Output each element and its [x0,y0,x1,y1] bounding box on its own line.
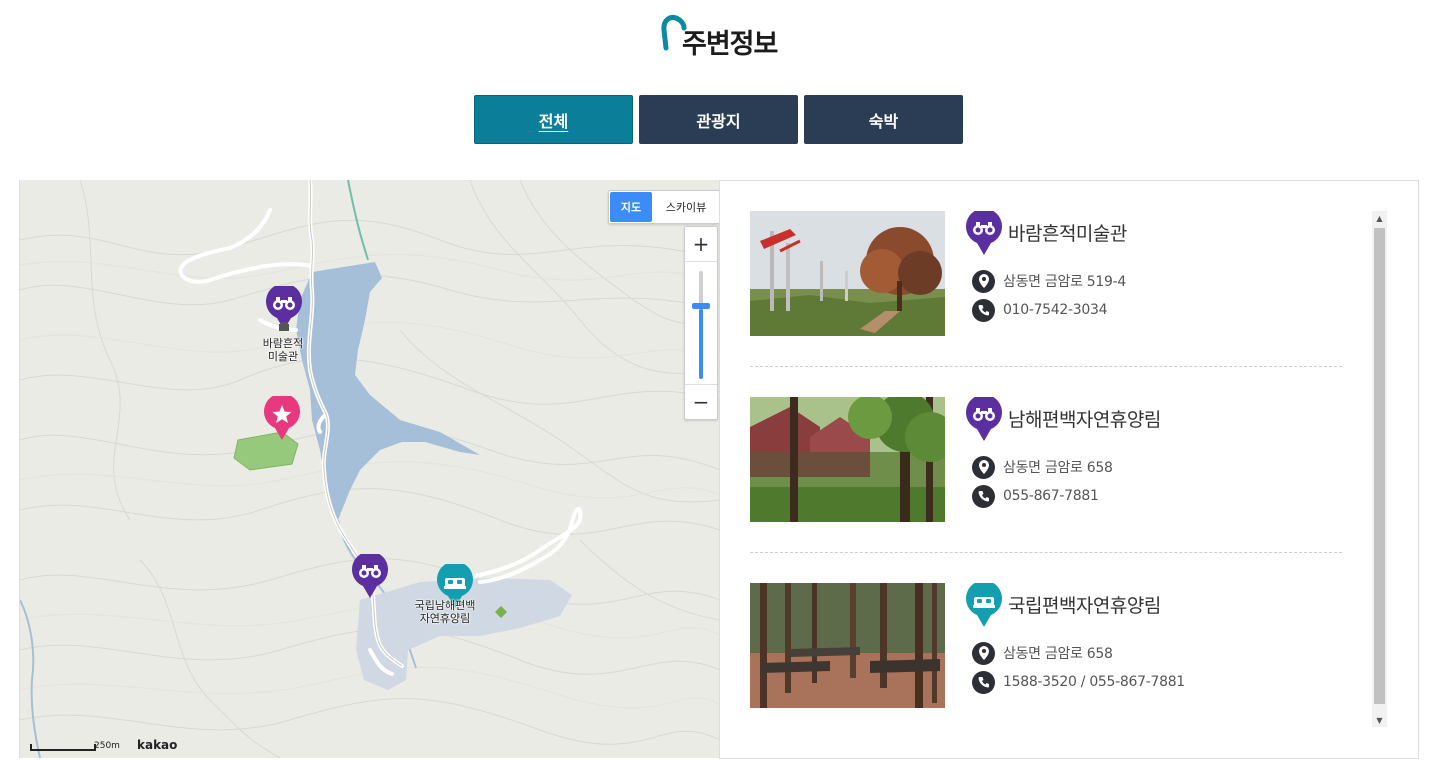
place-address-row: 삼동면 금암로 658 [972,455,1113,479]
scroll-up-arrow-icon[interactable]: ▲ [1372,211,1387,225]
tab-tour[interactable]: 관광지 [639,95,798,144]
place-address: 삼동면 금암로 658 [1003,460,1113,476]
map-type-skyview-button[interactable]: 스카이뷰 [653,191,719,223]
place-phone-row: 1588-3520 / 055-867-7881 [972,670,1185,694]
map-marker-current[interactable] [263,396,301,442]
map-label-forest: 국립남해편백 자연휴양림 [404,599,486,625]
map-label-gallery: 바람흔적 미술관 [256,337,310,363]
place-list: 바람흔적미술관 삼동면 금암로 519-4 010-7542-3034 남해편백… [719,180,1419,759]
gallery-poi-icon [279,322,289,331]
map-label-forest-line1: 국립남해편백 [414,599,476,612]
location-pin-icon [972,269,995,293]
place-photo [750,583,945,708]
map-label-gallery-line1: 바람흔적 [262,337,304,350]
place-address-row: 삼동면 금암로 658 [972,641,1113,665]
map-scale-label: 250m [94,741,120,751]
scroll-down-arrow-icon[interactable]: ▼ [1372,713,1387,727]
location-pin-icon [972,641,995,665]
place-address: 삼동면 금암로 658 [1003,646,1113,662]
tab-lodging[interactable]: 숙박 [804,95,963,144]
map-label-gallery-line2: 미술관 [267,350,299,363]
list-item[interactable]: 남해편백자연휴양림 삼동면 금암로 658 055-867-7881 [750,367,1342,553]
bed-icon [444,578,466,589]
list-item[interactable]: 바람흔적미술관 삼동면 금암로 519-4 010-7542-3034 [750,181,1342,367]
place-phone-row: 010-7542-3034 [972,298,1107,322]
list-item[interactable]: 국립편백자연휴양림 삼동면 금암로 658 1588-3520 / 055-86… [750,553,1342,739]
tab-tour-label: 관광지 [696,111,741,131]
zoom-in-button[interactable]: + [685,227,717,262]
place-name[interactable]: 국립편백자연휴양림 [1008,591,1161,618]
page-header: 주변정보 [0,8,1437,60]
place-phone-row: 055-867-7881 [972,484,1099,508]
place-photo [750,211,945,336]
list-scrollbar[interactable]: ▲ ▼ [1372,211,1387,727]
zoom-out-button[interactable]: − [685,384,717,419]
page-title: 주변정보 [682,29,778,60]
map-type-control: 지도 스카이뷰 [608,190,720,224]
place-phone[interactable]: 1588-3520 / 055-867-7881 [1003,674,1185,690]
map-label-forest-line2: 자연휴양림 [419,612,471,625]
place-address: 삼동면 금암로 519-4 [1003,274,1126,290]
scrollbar-thumb[interactable] [1374,228,1385,704]
map-scale-bar [30,744,96,751]
zoom-slider-fill [699,309,703,379]
place-phone[interactable]: 010-7542-3034 [1003,302,1107,318]
zoom-control: + − [684,226,718,420]
map-marker-tour[interactable] [351,554,389,600]
bed-icon [973,597,995,608]
map-view[interactable]: 지도 스카이뷰 + − 바람흔적 미술관 국립남해편백 자연휴양림 250m k… [19,180,720,758]
tour-category-icon [966,211,1002,255]
place-name[interactable]: 바람흔적미술관 [1008,219,1127,246]
tour-category-icon [966,397,1002,441]
location-pin-icon [972,455,995,479]
lodging-category-icon [966,583,1002,627]
tab-lodging-label: 숙박 [868,111,899,131]
map-logo[interactable]: kakao [137,738,177,752]
map-terrain [20,180,720,758]
place-photo [750,397,945,522]
phone-icon [972,298,995,322]
place-name[interactable]: 남해편백자연휴양림 [1008,405,1161,432]
tab-all-label: 전체 [538,111,569,131]
tab-all[interactable]: 전체 [474,95,633,144]
phone-icon [972,484,995,508]
place-phone[interactable]: 055-867-7881 [1003,488,1099,504]
phone-icon [972,670,995,694]
map-type-map-button[interactable]: 지도 [610,192,652,222]
zoom-slider-handle[interactable] [692,303,710,309]
place-address-row: 삼동면 금암로 519-4 [972,269,1126,293]
